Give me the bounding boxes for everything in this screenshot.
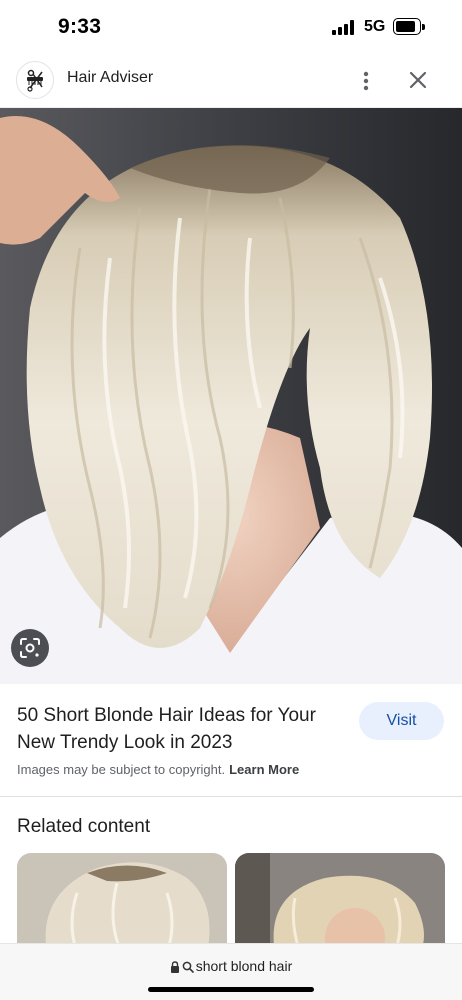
- scissors-comb-logo: [27, 69, 43, 92]
- url-text: short blond hair: [195, 958, 293, 974]
- learn-more-link[interactable]: Learn More: [229, 762, 299, 777]
- copyright-notice: Images may be subject to copyright. Learn…: [17, 762, 299, 777]
- related-card[interactable]: [17, 853, 227, 953]
- main-result-image[interactable]: [0, 108, 462, 684]
- close-icon[interactable]: [404, 66, 432, 94]
- more-vertical-icon[interactable]: [352, 67, 380, 95]
- network-type: 5G: [364, 18, 386, 35]
- battery-icon: [393, 18, 425, 35]
- google-lens-icon[interactable]: [11, 629, 49, 667]
- result-header: Hair Adviser: [0, 54, 462, 108]
- home-indicator[interactable]: [148, 987, 314, 992]
- lock-icon: [170, 960, 180, 976]
- search-icon: [182, 960, 194, 976]
- url-display[interactable]: short blond hair: [0, 958, 462, 976]
- site-logo[interactable]: [16, 61, 54, 99]
- site-name[interactable]: Hair Adviser: [67, 69, 153, 87]
- status-bar: 9:33 5G: [0, 0, 462, 54]
- related-card[interactable]: [235, 853, 445, 953]
- status-time: 9:33: [58, 15, 102, 38]
- result-title[interactable]: 50 Short Blonde Hair Ideas for Your New …: [17, 702, 347, 756]
- related-heading: Related content: [17, 816, 151, 837]
- url-bar[interactable]: short blond hair: [0, 943, 462, 1000]
- cellular-signal-icon: [332, 20, 356, 35]
- copyright-text: Images may be subject to copyright.: [17, 762, 226, 777]
- divider: [0, 796, 462, 797]
- visit-button[interactable]: Visit: [359, 702, 444, 740]
